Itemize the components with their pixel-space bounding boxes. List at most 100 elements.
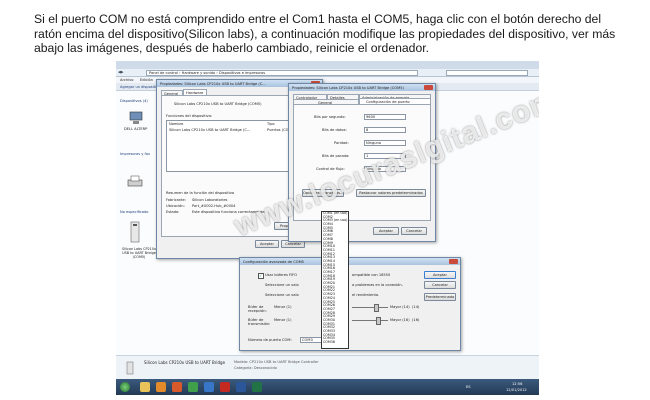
- computer-icon[interactable]: [128, 111, 144, 125]
- databits-select[interactable]: 8: [364, 127, 406, 133]
- rx-buffer-label: Búfer de recepción:: [248, 305, 267, 313]
- tx-buffer-label: Búfer de transmisión:: [248, 318, 271, 326]
- explorer-titlebar: [116, 61, 539, 69]
- printer-icon[interactable]: [126, 175, 144, 189]
- tx-minor-label: Menor (1): [274, 318, 292, 322]
- menu-edicion[interactable]: Edición: [140, 78, 153, 82]
- port-ok-label: Aceptar: [379, 229, 393, 233]
- rx-value: (14): [412, 305, 420, 309]
- excel-icon[interactable]: [252, 382, 262, 392]
- databits-label: Bits de datos:: [322, 128, 347, 132]
- properties-title: Propiedades: Silicon Labs CP210x USB to …: [160, 81, 266, 86]
- folder-icon[interactable]: [140, 382, 150, 392]
- start-orb-icon[interactable]: [120, 382, 130, 392]
- compat-label: ompatible con 16550: [352, 273, 391, 277]
- details-name: Silicon Labs CP210x USB to UART Bridge: [144, 360, 226, 365]
- col-type: Tipo: [267, 122, 275, 126]
- tx-slider[interactable]: [352, 320, 388, 321]
- fifo-checkbox[interactable]: ✓: [258, 273, 264, 279]
- tx-value: (16): [412, 318, 420, 322]
- pdf-icon[interactable]: [220, 382, 230, 392]
- select-hint-2: Seleccione un valo: [265, 293, 299, 297]
- tx-slider-thumb[interactable]: [376, 317, 381, 325]
- usb-device-icon[interactable]: [130, 221, 140, 243]
- clock-date: 12/01/2012: [506, 388, 527, 392]
- rx-slider-thumb[interactable]: [374, 304, 379, 312]
- add-device-button[interactable]: Agregar un dispositivo: [120, 85, 160, 89]
- com-port-dropdown-list[interactable]: COM1 (en uso) COM2 COM3 (en uso) COM4 COM5 CO…: [321, 211, 349, 349]
- device-name: Silicon Labs CP210x USB to UART Bridge (…: [174, 102, 262, 106]
- port-cancel-label: Cancelar: [406, 229, 422, 233]
- explorer-icon[interactable]: [204, 382, 214, 392]
- advanced-com-window: Configuración avanzada de COM5 ✓ Usar bú…: [239, 257, 461, 351]
- screenshot: ◀▶ Panel de control › Hardware y sonido …: [116, 61, 539, 395]
- maker-value: Silicon Laboratories: [192, 198, 228, 202]
- parity-label: Paridad:: [334, 141, 349, 145]
- close-icon[interactable]: [424, 85, 433, 90]
- ok-button[interactable]: Aceptar: [255, 240, 279, 248]
- firefox-icon[interactable]: [172, 382, 182, 392]
- baud-select[interactable]: 9600: [364, 114, 406, 120]
- adv-ok-label: Aceptar: [433, 273, 447, 277]
- fifo-label: Usar búferes FIFO: [265, 273, 298, 277]
- details-category: Categoría: Desconocido: [234, 366, 277, 370]
- adv-ok-button[interactable]: Aceptar: [424, 271, 456, 279]
- databits-value: 8: [366, 128, 369, 132]
- language-indicator[interactable]: ES: [466, 385, 471, 389]
- select-hint-2-tail: el rendimiento.: [352, 293, 380, 297]
- breadcrumb-text: Panel de control › Hardware y sonido › D…: [149, 71, 266, 75]
- clock-time[interactable]: 12:56: [512, 382, 522, 386]
- details-model: Modelo: CP210x USB to UART Bridge Contro…: [234, 360, 319, 364]
- close-icon[interactable]: [449, 259, 458, 264]
- com-list-item[interactable]: COM36: [322, 340, 348, 345]
- adv-cancel-button[interactable]: Cancelar: [424, 281, 456, 289]
- rx-major-label: Mayor (14): [390, 305, 410, 309]
- word-icon[interactable]: [236, 382, 246, 392]
- table-row[interactable]: Silicon Labs CP210x USB to UART Bridge (…: [169, 128, 250, 132]
- select-hint-1: Seleccione un valo: [265, 283, 299, 287]
- taskbar: ES 12:56 12/01/2012: [116, 379, 539, 395]
- col-name: Nombre: [169, 122, 184, 126]
- baud-label: Bits por segundo:: [314, 115, 346, 119]
- com-port-value: COM3: [302, 338, 313, 342]
- port-cancel-button[interactable]: Cancelar: [401, 227, 427, 235]
- location-key: Ubicación:: [166, 204, 185, 208]
- check-icon: ✓: [259, 272, 263, 278]
- summary-label: Resumen de la función del dispositivo: [166, 191, 235, 195]
- section-printers[interactable]: Impresoras y fax: [120, 152, 150, 156]
- parity-value: Ninguno: [366, 141, 381, 145]
- adv-cancel-label: Cancelar: [432, 283, 448, 287]
- com-port-label: Número de puerto COM:: [248, 338, 292, 342]
- cancel-label: Cancelar: [285, 242, 301, 246]
- section-unspecified[interactable]: No especificado: [120, 210, 149, 214]
- address-bar: ◀▶ Panel de control › Hardware y sonido …: [116, 69, 539, 77]
- port-titlebar: Propiedades: Silicon Labs CP210x USB to …: [289, 84, 435, 91]
- menu-archivo[interactable]: Archivo: [120, 78, 133, 82]
- state-key: Estado:: [166, 210, 180, 214]
- back-forward-icon[interactable]: ◀▶: [118, 70, 124, 74]
- chrome-icon[interactable]: [188, 382, 198, 392]
- advanced-title: Configuración avanzada de COM5: [243, 259, 304, 264]
- advanced-titlebar: Configuración avanzada de COM5: [240, 258, 460, 265]
- tx-major-label: Mayor (16): [390, 318, 410, 322]
- adv-defaults-button[interactable]: Predeterminado: [424, 293, 456, 301]
- usb-device-icon-small: [126, 361, 134, 375]
- port-window-title: Propiedades: Silicon Labs CP210x USB to …: [292, 85, 404, 90]
- baud-value: 9600: [366, 115, 376, 119]
- breadcrumb[interactable]: Panel de control › Hardware y sonido › D…: [146, 70, 418, 76]
- stopbits-label: Bits de parada:: [322, 154, 350, 158]
- select-hint-1-tail: a problemas en la conexión.: [352, 283, 403, 287]
- functions-label: Funciones del dispositivo:: [166, 114, 213, 118]
- port-ok-button[interactable]: Aceptar: [373, 227, 399, 235]
- usb-device-label: Silicon Labs CP210x USB to UART Bridge (…: [122, 247, 156, 259]
- rx-slider[interactable]: [352, 307, 388, 308]
- adv-defaults-label: Predeterminado: [425, 295, 455, 299]
- section-devices[interactable]: Dispositivos (4): [120, 99, 148, 103]
- rx-minor-label: Menor (1): [274, 305, 292, 309]
- search-input[interactable]: [446, 70, 528, 76]
- instruction-caption: Si el puerto COM no está comprendido ent…: [34, 12, 616, 55]
- ok-label: Aceptar: [260, 242, 274, 246]
- location-value: Port_#0002.Hub_#0004: [192, 204, 236, 208]
- details-pane: Silicon Labs CP210x USB to UART Bridge M…: [116, 355, 539, 380]
- media-player-icon[interactable]: [156, 382, 166, 392]
